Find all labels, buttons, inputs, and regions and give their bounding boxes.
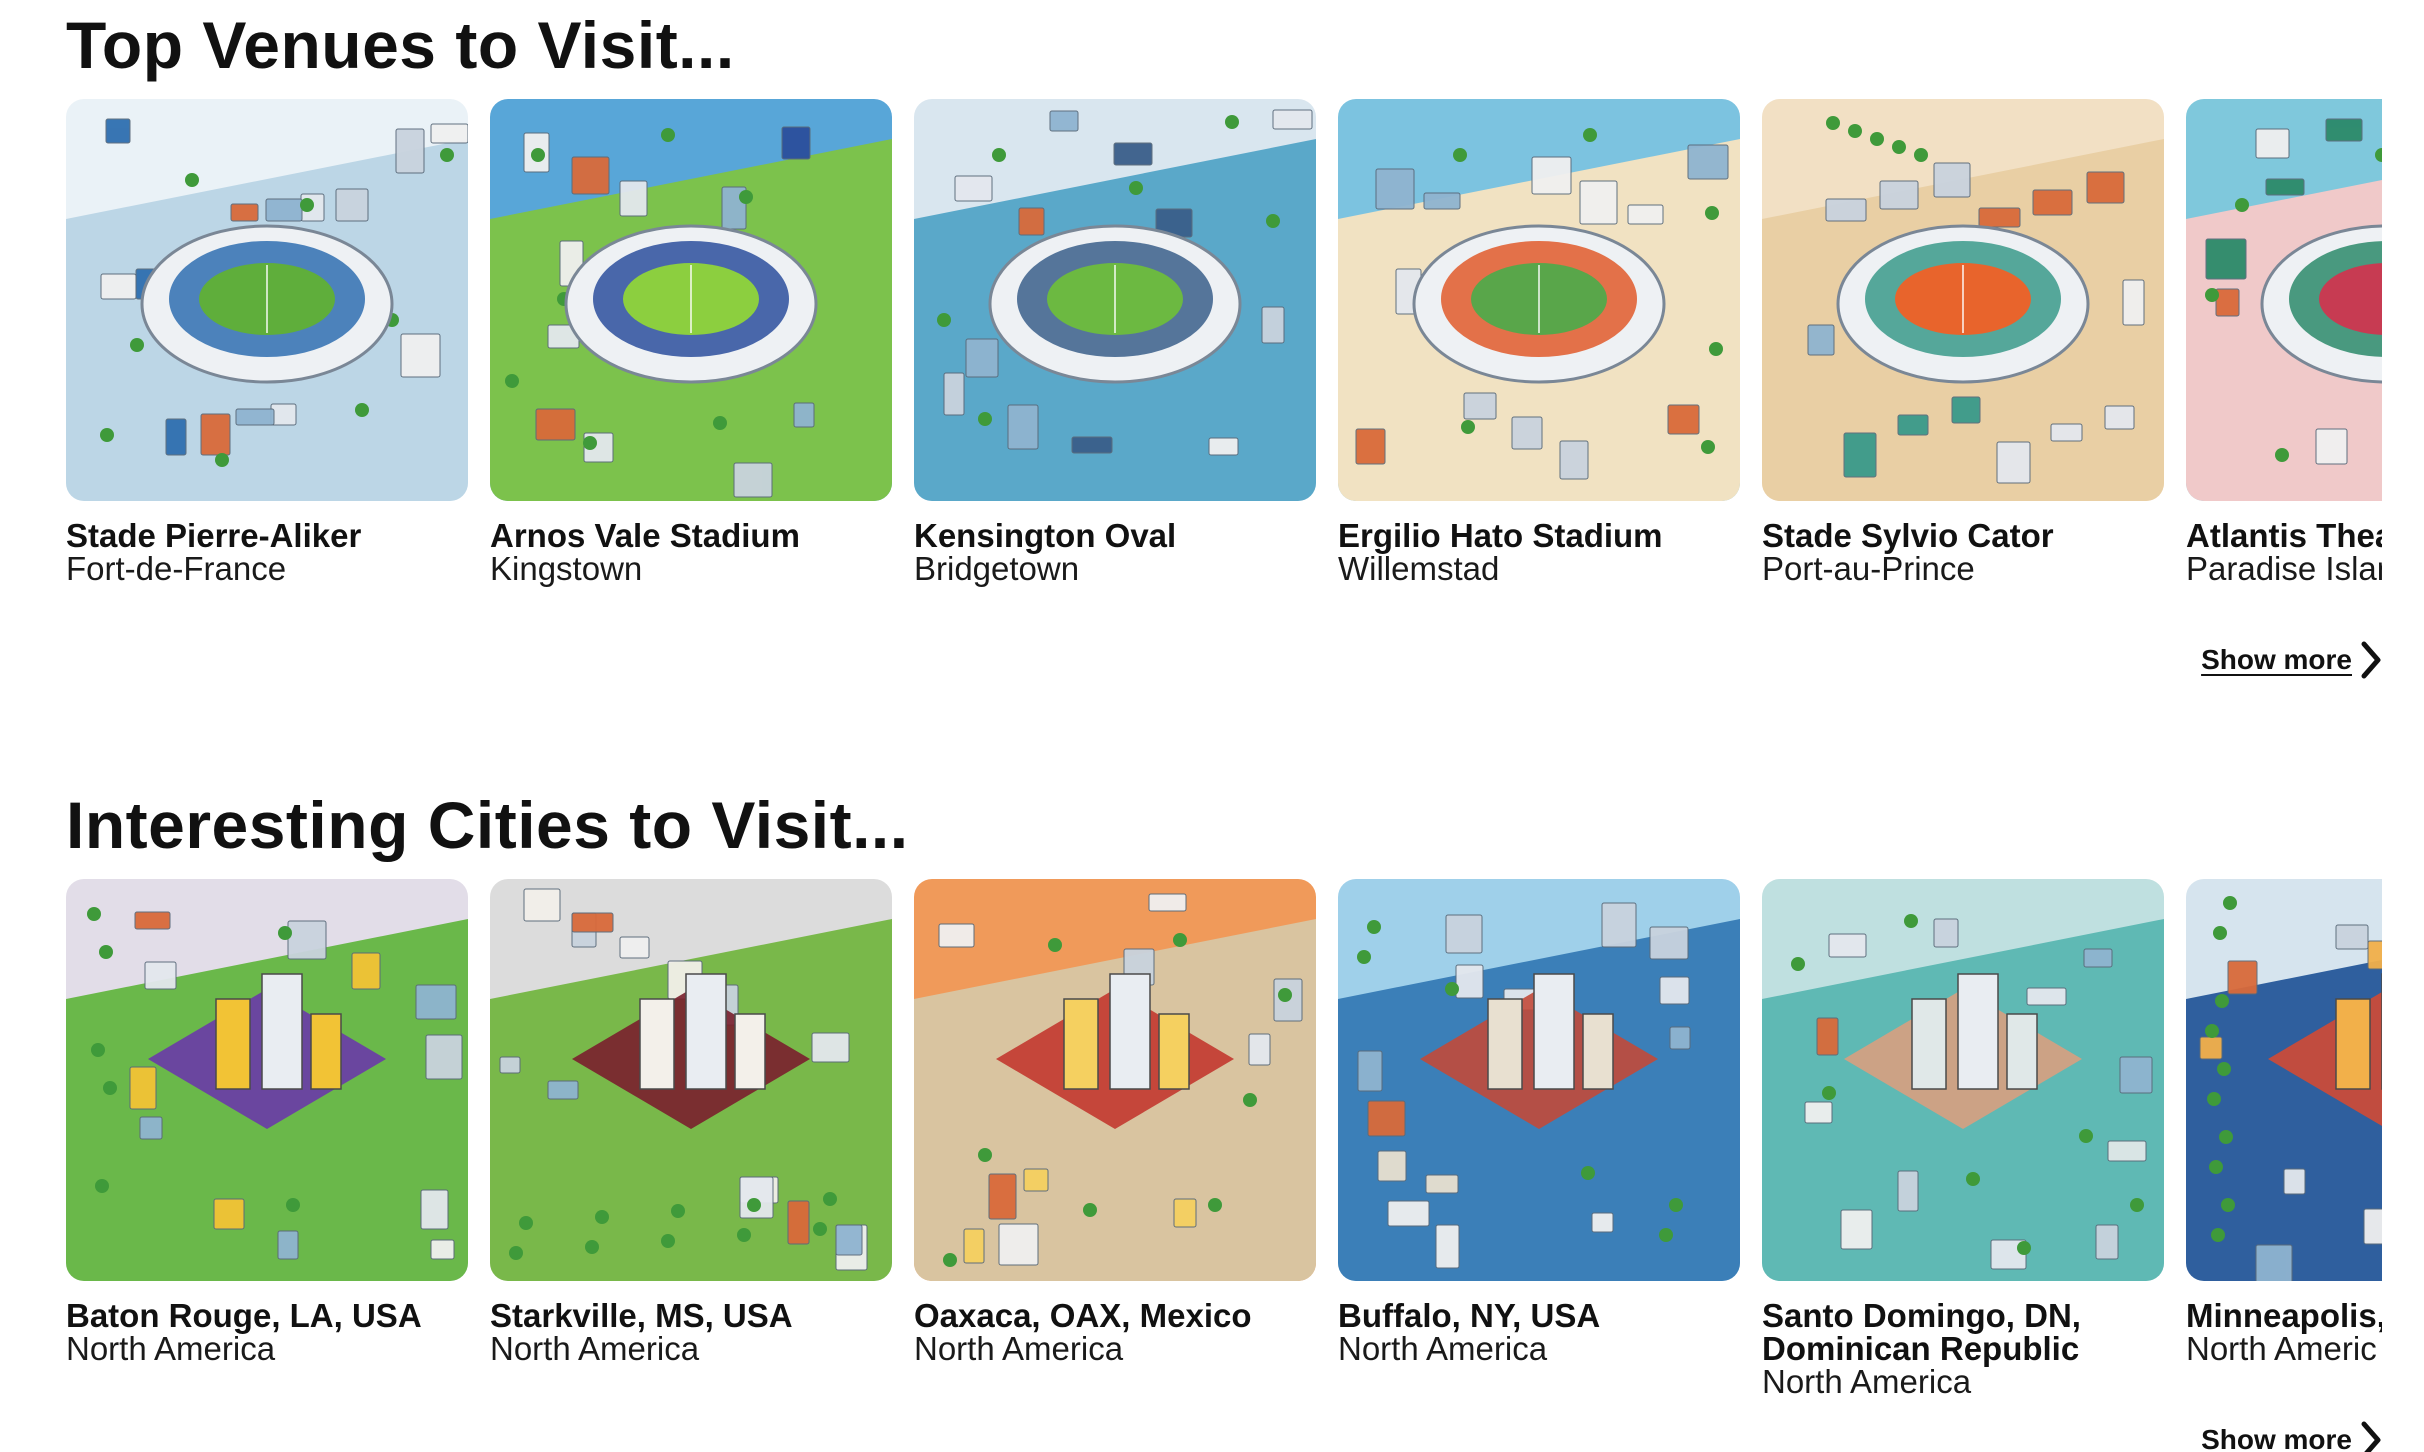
card-title[interactable]: Santo Domingo, DN, xyxy=(1762,1299,2164,1332)
isometric-stadium-illustration[interactable] xyxy=(914,99,1316,501)
venue-card[interactable]: Stade Sylvio Cator Port-au-Prince xyxy=(1762,99,2164,585)
venues-carousel: Stade Pierre-Aliker Fort-de-France Arnos … xyxy=(66,99,2382,619)
card-subtitle: North America xyxy=(914,1330,1124,1367)
show-more-label: Show more xyxy=(2201,1424,2352,1452)
city-card[interactable]: Oaxaca, OAX, Mexico North America xyxy=(914,879,1316,1365)
venue-card[interactable]: Arnos Vale Stadium Kingstown xyxy=(490,99,892,585)
card-title[interactable]: Atlantis Theat xyxy=(2186,519,2382,552)
card-subtitle: Paradise Islan xyxy=(2186,550,2382,587)
isometric-campus-illustration[interactable] xyxy=(490,879,892,1281)
cities-carousel: Baton Rouge, LA, USA North America Starkv… xyxy=(66,879,2382,1399)
show-more-cities-button[interactable]: Show more xyxy=(2201,1420,2382,1452)
card-title[interactable]: Stade Sylvio Cator xyxy=(1762,519,2164,552)
page: Top Venues to Visit... Stade Pierre-Alik… xyxy=(0,0,2424,1452)
card-subtitle: North America xyxy=(1338,1330,1548,1367)
venue-card[interactable]: Stade Pierre-Aliker Fort-de-France xyxy=(66,99,468,585)
card-title[interactable]: Minneapolis, I xyxy=(2186,1299,2382,1332)
card-title[interactable]: Ergilio Hato Stadium xyxy=(1338,519,1740,552)
isometric-resort-illustration[interactable] xyxy=(2186,99,2382,501)
city-card[interactable]: Starkville, MS, USA North America xyxy=(490,879,892,1365)
isometric-stadium-illustration[interactable] xyxy=(66,99,468,501)
aerial-city-illustration[interactable] xyxy=(2186,879,2382,1281)
card-subtitle: North America xyxy=(66,1330,276,1367)
aerial-city-illustration[interactable] xyxy=(1338,879,1740,1281)
section-title-cities: Interesting Cities to Visit... xyxy=(66,788,909,862)
venue-card[interactable]: Atlantis TheatParadise Islan xyxy=(2186,99,2382,585)
card-title-line2[interactable]: Dominican Republic xyxy=(1762,1332,2164,1365)
city-card[interactable]: Baton Rouge, LA, USA North America xyxy=(66,879,468,1365)
card-title[interactable]: Arnos Vale Stadium xyxy=(490,519,892,552)
city-card[interactable]: Buffalo, NY, USA North America xyxy=(1338,879,1740,1365)
card-subtitle: North America xyxy=(1762,1363,1972,1399)
card-subtitle: Fort-de-France xyxy=(66,550,287,587)
chevron-right-icon xyxy=(2360,1420,2382,1452)
section-title-venues: Top Venues to Visit... xyxy=(66,8,735,82)
card-subtitle: North Americ xyxy=(2186,1330,2377,1367)
isometric-plaza-illustration[interactable] xyxy=(914,879,1316,1281)
card-subtitle: Bridgetown xyxy=(914,550,1080,587)
isometric-coastal-city-illustration[interactable] xyxy=(1762,879,2164,1281)
card-title[interactable]: Baton Rouge, LA, USA xyxy=(66,1299,468,1332)
venue-card[interactable]: Ergilio Hato Stadium Willemstad xyxy=(1338,99,1740,585)
card-title[interactable]: Buffalo, NY, USA xyxy=(1338,1299,1740,1332)
card-subtitle: Kingstown xyxy=(490,550,643,587)
isometric-stadium-illustration[interactable] xyxy=(490,99,892,501)
isometric-city-illustration[interactable] xyxy=(66,879,468,1281)
card-subtitle: North America xyxy=(490,1330,700,1367)
card-subtitle: Willemstad xyxy=(1338,550,1500,587)
card-title[interactable]: Starkville, MS, USA xyxy=(490,1299,892,1332)
isometric-stadium-illustration[interactable] xyxy=(1762,99,2164,501)
city-card[interactable]: Santo Domingo, DN, Dominican Republic Nort… xyxy=(1762,879,2164,1398)
isometric-stadium-illustration[interactable] xyxy=(1338,99,1740,501)
card-title[interactable]: Stade Pierre-Aliker xyxy=(66,519,468,552)
card-subtitle: Port-au-Prince xyxy=(1762,550,1975,587)
show-more-label: Show more xyxy=(2201,644,2352,675)
show-more-venues-button[interactable]: Show more xyxy=(2201,640,2382,680)
card-title[interactable]: Oaxaca, OAX, Mexico xyxy=(914,1299,1316,1332)
venue-card[interactable]: Kensington Oval Bridgetown xyxy=(914,99,1316,585)
card-title[interactable]: Kensington Oval xyxy=(914,519,1316,552)
chevron-right-icon xyxy=(2360,640,2382,680)
city-card[interactable]: Minneapolis, INorth Americ xyxy=(2186,879,2382,1365)
